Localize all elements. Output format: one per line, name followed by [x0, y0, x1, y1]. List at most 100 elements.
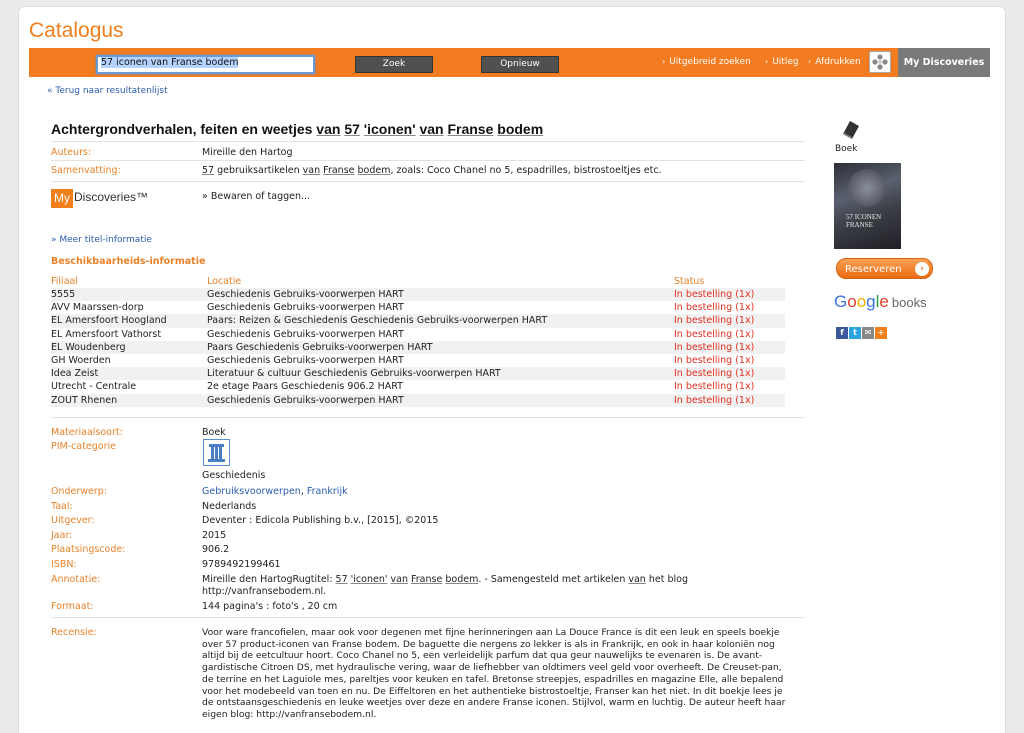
facebook-icon[interactable]: f	[836, 327, 848, 339]
divider	[51, 181, 805, 182]
title-term[interactable]: Franse	[447, 121, 493, 137]
table-row: AVV Maarssen-dorp Geschiedenis Gebruiks-v…	[51, 301, 785, 314]
table-row: 5555 Geschiedenis Gebruiks-voorwerpen HAR…	[51, 288, 785, 302]
location-cell: Paars Geschiedenis Gebruiks-voorwerpen H…	[207, 340, 674, 354]
logo-discoveries: Discoveries™	[74, 190, 149, 204]
subject-label: Onderwerp:	[51, 486, 108, 497]
search-input-value: 57 iconen van Franse bodem	[101, 57, 239, 68]
advanced-search-link[interactable]: › Uitgebreid zoeken	[662, 57, 751, 67]
status-cell: In bestelling (1x)	[674, 393, 785, 407]
save-or-tag-link[interactable]: » Bewaren of taggen...	[202, 191, 310, 202]
mail-icon[interactable]: ✉	[862, 327, 874, 339]
subject-link[interactable]: Gebruiksvoorwerpen	[202, 486, 301, 497]
title-term[interactable]: bodem	[497, 121, 543, 137]
table-header-row: Filiaal Locatie Status	[51, 276, 785, 288]
google-logo-letter: o	[856, 292, 867, 311]
status-cell: In bestelling (1x)	[674, 288, 785, 302]
status-cell: In bestelling (1x)	[674, 367, 785, 381]
annotation-term[interactable]: 57	[336, 574, 348, 585]
mydiscoveries-logo: My Discoveries™	[51, 189, 151, 208]
search-button[interactable]: Zoek	[355, 56, 433, 73]
twitter-icon[interactable]: t	[849, 327, 861, 339]
branch-cell: AVV Maarssen-dorp	[51, 302, 144, 314]
column-header: Locatie	[207, 276, 242, 287]
book-cover-image[interactable]: 57 ICONEN FRANSE	[834, 163, 901, 249]
more-title-info-link[interactable]: » Meer titel-informatie	[51, 235, 152, 245]
status-cell: In bestelling (1x)	[674, 381, 755, 393]
branch-cell: Utrecht - Centrale	[51, 381, 137, 393]
isbn-value: 9789492199461	[202, 559, 281, 570]
reserve-button[interactable]: Reserveren ›	[836, 258, 933, 279]
google-books-label: books	[891, 295, 927, 310]
format-label: Formaat:	[51, 601, 94, 612]
summary-text: , zoals: Coco Chanel no 5, espadrilles, …	[390, 165, 662, 176]
annotation-term[interactable]: van	[391, 574, 408, 585]
branch-cell: EL Amersfoort Vathorst	[51, 328, 162, 340]
annotation-text: het blog	[645, 574, 688, 585]
google-logo-letter: o	[847, 292, 857, 311]
annotation-term[interactable]: 'iconen'	[351, 574, 388, 585]
table-row: EL Woudenberg Paars Geschiedenis Gebruiks…	[51, 340, 785, 354]
branch-cell: EL Woudenberg	[51, 340, 207, 354]
help-link[interactable]: › Uitleg	[765, 57, 799, 67]
subject-value: Gebruiksvoorwerpen, Frankrijk	[202, 486, 348, 497]
summary-term[interactable]: Franse	[323, 165, 354, 176]
publisher-label: Uitgever:	[51, 515, 95, 526]
summary-term[interactable]: bodem	[358, 165, 391, 176]
top-toolbar: 57 iconen van Franse bodem Zoek Opnieuw …	[29, 48, 990, 77]
my-discoveries-tab[interactable]: My Discoveries	[898, 48, 990, 77]
cover-artwork	[848, 169, 886, 207]
review-line: gardistische Citroen DS, met hydraulisch…	[202, 662, 782, 674]
annotation-value: Mireille den HartogRugtitel: 57 'iconen'…	[202, 574, 762, 597]
title-term[interactable]: van	[419, 121, 443, 137]
title-term[interactable]: van	[316, 121, 340, 137]
status-cell: In bestelling (1x)	[674, 302, 755, 314]
summary-term[interactable]: 57	[202, 165, 214, 176]
chevron-right-icon: ›	[662, 57, 666, 66]
material-value: Boek	[202, 427, 226, 438]
back-to-results-link[interactable]: « Terug naar resultatenlijst	[47, 86, 168, 96]
record-title: Achtergrondverhalen, feiten en weetjes v…	[51, 121, 543, 137]
divider	[51, 141, 805, 142]
subject-link[interactable]: Frankrijk	[307, 486, 348, 497]
print-link[interactable]: › Afdrukken	[808, 57, 861, 67]
reset-button[interactable]: Opnieuw	[481, 56, 559, 73]
review-line: over 57 product-iconen van Franse bodem.…	[202, 638, 775, 650]
cover-title-line: FRANSE	[846, 221, 873, 229]
review-text: Voor ware francofielen, maar ook voor de…	[202, 627, 802, 721]
review-line: altijd bij de eetcultuur hoort. Coco Cha…	[202, 650, 763, 662]
search-input[interactable]: 57 iconen van Franse bodem	[96, 55, 315, 74]
summary-label: Samenvatting:	[51, 165, 121, 176]
annotation-term[interactable]: van	[628, 574, 645, 585]
app-title: Catalogus	[29, 19, 124, 42]
annotation-term[interactable]: bodem	[445, 574, 478, 585]
google-logo-letter: e	[879, 292, 889, 311]
divider	[51, 160, 805, 161]
google-logo-letter: g	[866, 292, 876, 311]
divider	[51, 617, 805, 618]
title-term[interactable]: 'iconen'	[364, 121, 416, 137]
author-link[interactable]: Mireille den Hartog	[202, 147, 293, 158]
summary-term[interactable]: van	[303, 165, 320, 176]
authors-label: Auteurs:	[51, 147, 92, 158]
location-cell: Geschiedenis Gebruiks-voorwerpen HART	[207, 302, 404, 314]
add-icon[interactable]: +	[875, 327, 887, 339]
annotation-term[interactable]: Franse	[411, 574, 442, 585]
branch-cell: ZOUT Rhenen	[51, 393, 207, 407]
publisher-value: Deventer : Edicola Publishing b.v., [201…	[202, 515, 439, 526]
review-line: eigen blog: http://vanfransebodem.nl.	[202, 708, 377, 720]
chevron-right-icon: ›	[808, 57, 812, 66]
status-cell: In bestelling (1x)	[674, 355, 755, 367]
branch-cell: Idea Zeist	[51, 367, 207, 381]
google-books-logo[interactable]: Google books	[834, 292, 927, 312]
branch-cell: EL Amersfoort Hoogland	[51, 314, 207, 328]
annotation-label: Annotatie:	[51, 574, 101, 585]
title-term[interactable]: 57	[344, 121, 360, 137]
pim-category-link[interactable]: Geschiedenis	[202, 470, 265, 481]
location-cell: Geschiedenis Gebruiks-voorwerpen HART	[207, 393, 674, 407]
print-icon[interactable]	[869, 51, 891, 73]
availability-table: Filiaal Locatie Status 5555 Geschiedenis …	[51, 276, 785, 407]
format-value: 144 pagina's : foto's , 20 cm	[202, 601, 338, 612]
pim-history-icon[interactable]	[203, 439, 230, 466]
availability-heading: Beschikbaarheids-informatie	[51, 256, 206, 267]
